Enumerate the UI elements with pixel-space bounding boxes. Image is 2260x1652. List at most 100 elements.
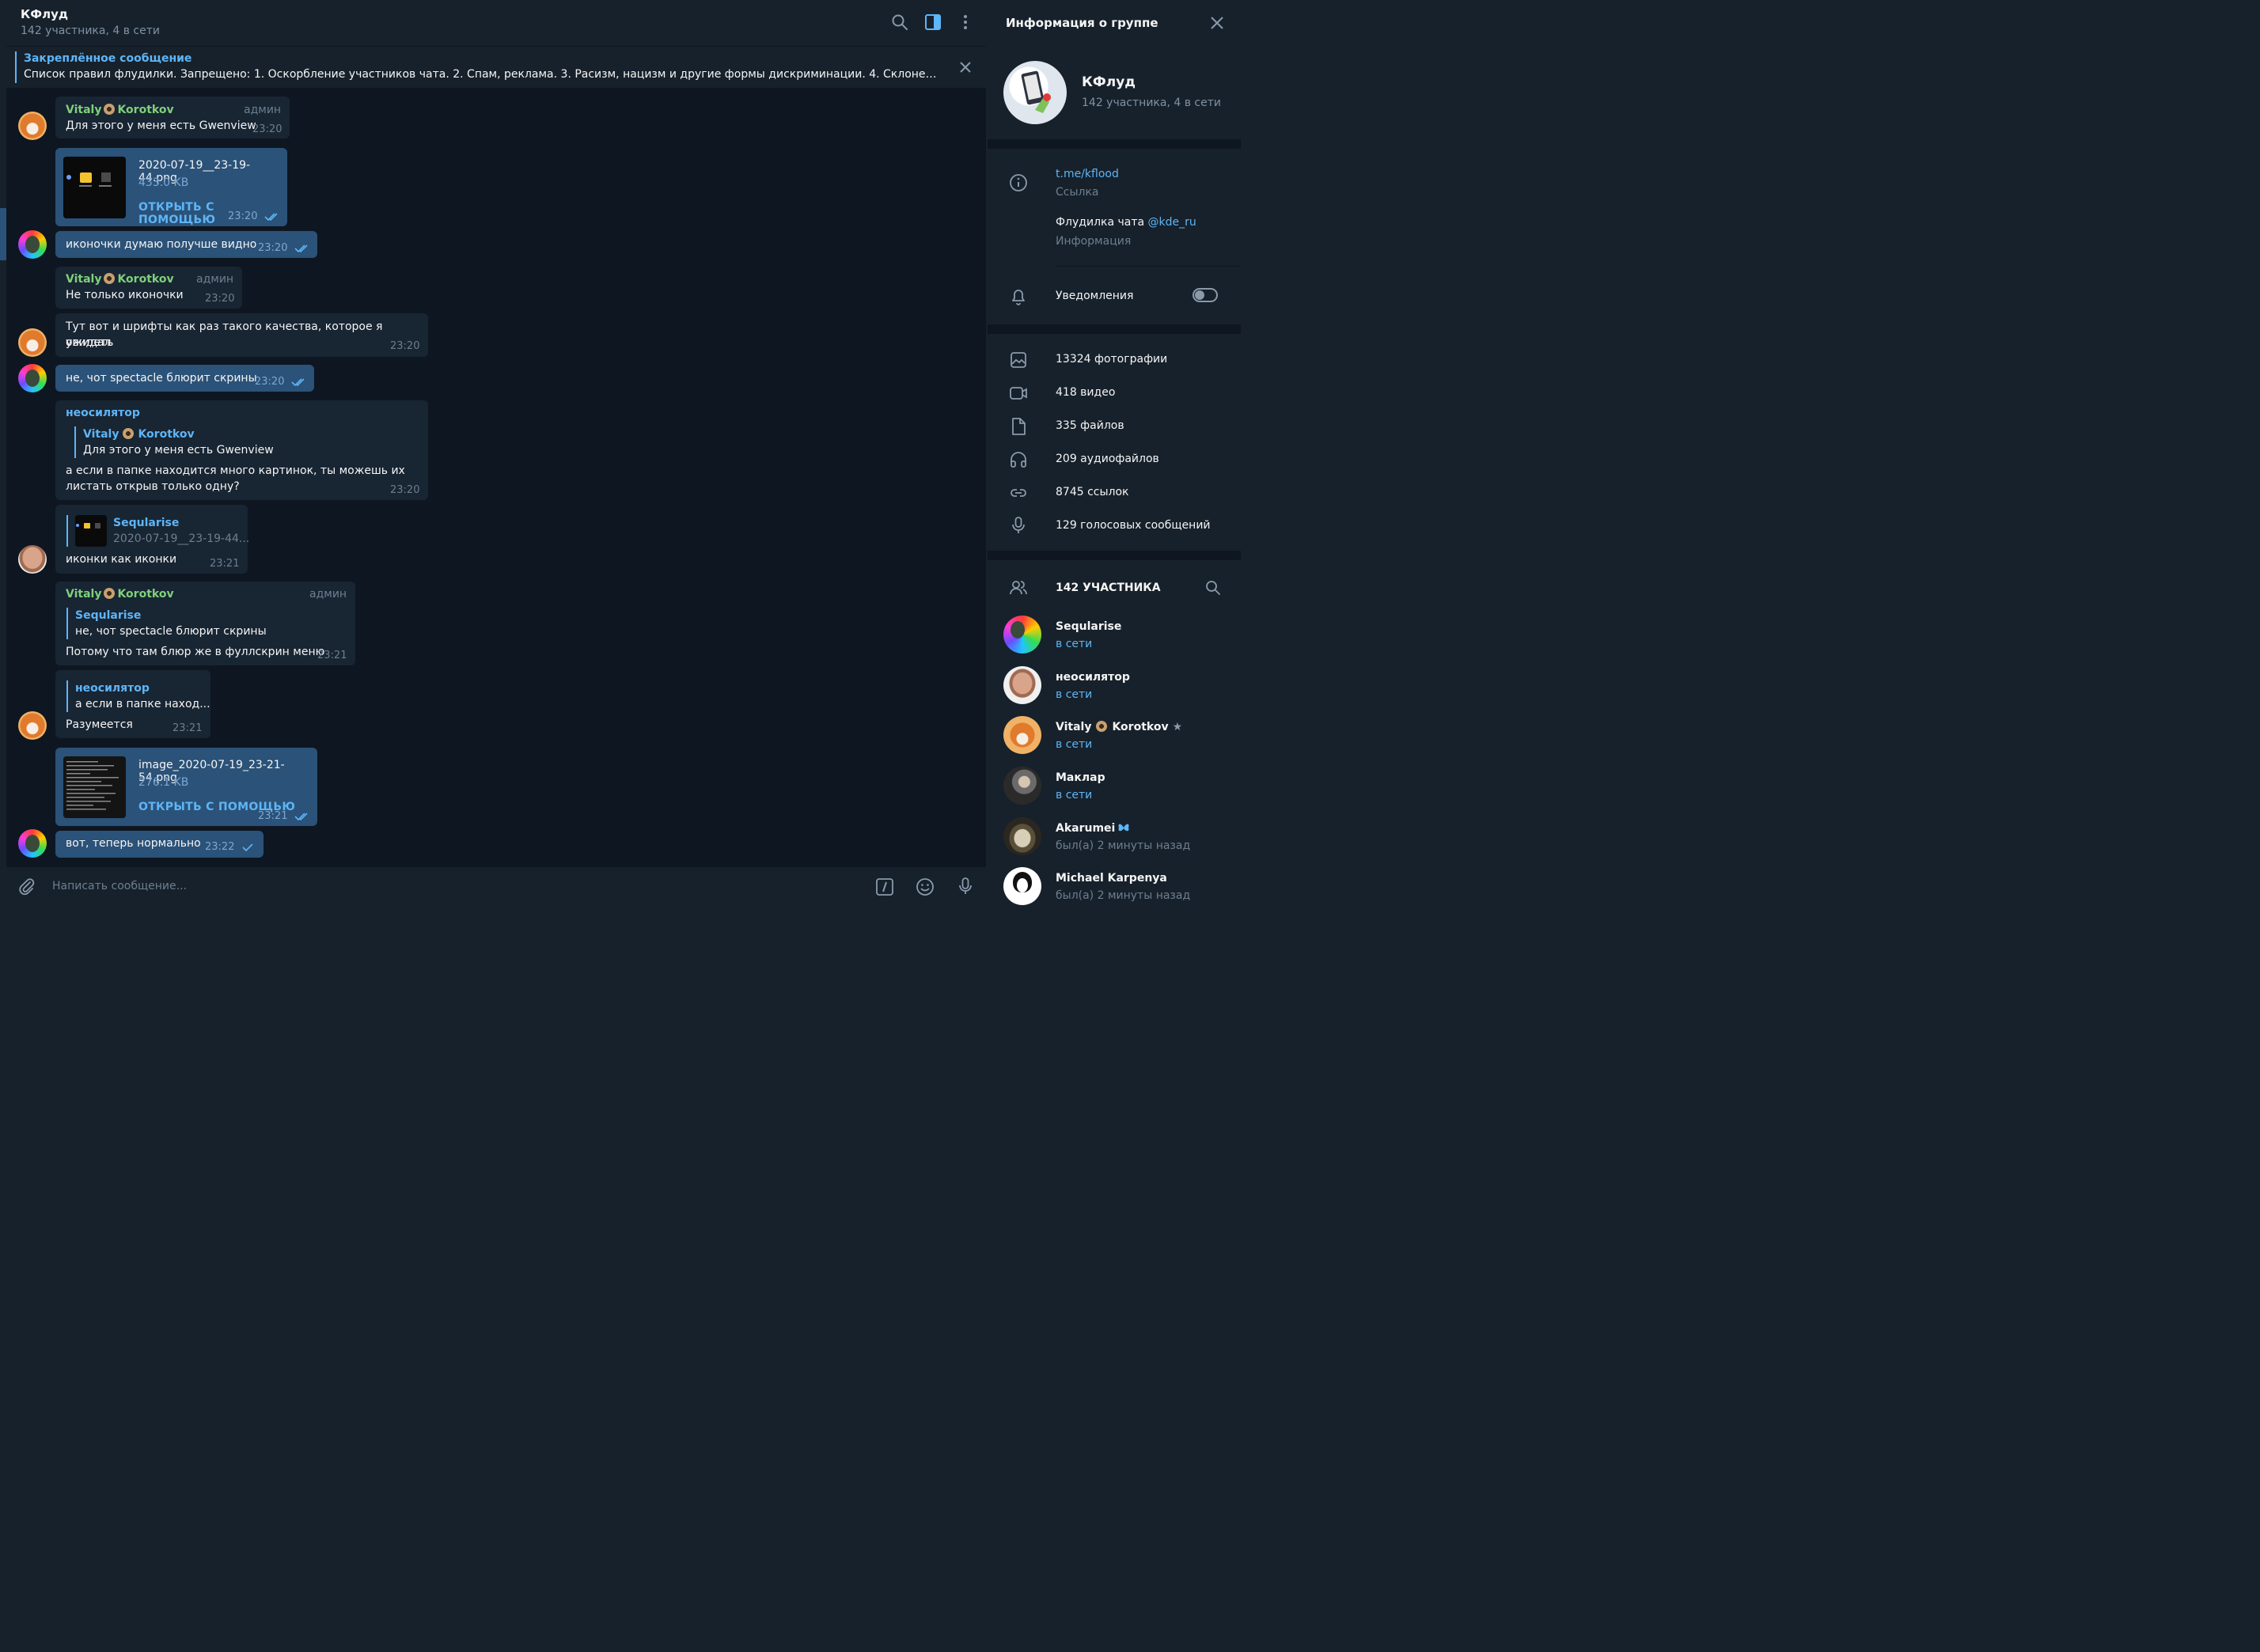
- close-icon[interactable]: [1209, 15, 1225, 31]
- member-status: в сети: [1056, 638, 1093, 650]
- close-icon[interactable]: [958, 60, 973, 74]
- reply-quote[interactable]: Vitaly Korotkov Для этого у меня есть Gwe…: [74, 426, 274, 458]
- avatar-vitaly[interactable]: [18, 328, 47, 357]
- member-name: Michael Karpenya: [1056, 872, 1167, 885]
- reply-message-bubble[interactable]: Seqularise 2020-07-19__23-19-44... иконк…: [55, 505, 249, 574]
- quote-thumbnail: [75, 515, 107, 547]
- quote-sender: Vitaly Korotkov: [83, 426, 274, 442]
- message-composer[interactable]: Написать сообщение...: [6, 867, 986, 907]
- file-thumbnail[interactable]: [63, 756, 126, 818]
- sender-last-name: Korotkov: [117, 588, 174, 601]
- member-avatar[interactable]: [1003, 767, 1041, 805]
- member-name: Seqularise: [1056, 620, 1122, 633]
- message-text: иконочки думаю получше видно: [66, 238, 257, 251]
- member-status: в сети: [1056, 789, 1093, 801]
- reply-message-bubble[interactable]: неосилятор а если в папке наход... Разум…: [55, 670, 210, 738]
- group-avatar[interactable]: [1003, 61, 1067, 124]
- member-avatar[interactable]: [1003, 666, 1041, 704]
- avatar-seqularise[interactable]: [18, 364, 47, 392]
- member-avatar[interactable]: [1003, 616, 1041, 654]
- active-chat-marker: [0, 208, 6, 260]
- group-subtitle: 142 участника, 4 в сети: [1082, 97, 1221, 109]
- file-message-bubble[interactable]: image_2020-07-19_23-21-54.png 276.1 KB О…: [55, 748, 317, 826]
- admin-badge: админ: [196, 273, 234, 286]
- member-first-name: Vitaly: [1056, 721, 1092, 733]
- reply-quote[interactable]: Seqularise 2020-07-19__23-19-44...: [66, 515, 249, 547]
- avatar-vitaly[interactable]: [18, 112, 47, 140]
- file-thumbnail[interactable]: [63, 157, 126, 218]
- double-check-icon: [294, 813, 308, 821]
- commands-icon[interactable]: [875, 877, 894, 896]
- member-avatar[interactable]: [1003, 716, 1041, 754]
- message-bubble[interactable]: Vitaly Korotkov админ Для этого у меня ес…: [55, 97, 290, 138]
- star-icon: ★: [1172, 721, 1183, 733]
- group-link[interactable]: t.me/kflood: [1056, 168, 1119, 180]
- message-time: 23:20: [205, 293, 235, 305]
- search-icon[interactable]: [890, 13, 909, 32]
- message-time: 23:21: [317, 650, 347, 661]
- info-icon: [1010, 174, 1027, 191]
- message-bubble[interactable]: вот, теперь нормально 23:22: [55, 831, 264, 858]
- avatar-seqularise[interactable]: [18, 829, 47, 858]
- message-bubble[interactable]: иконочки думаю получше видно 23:20: [55, 231, 317, 258]
- screenshot-thumbnail-image: [63, 157, 126, 218]
- sender-first-name: Vitaly: [66, 273, 102, 286]
- message-text: Не только иконочки: [66, 289, 184, 301]
- message-bubble[interactable]: Тут вот и шрифты как раз такого качества…: [55, 313, 428, 357]
- chat-header[interactable]: КФлуд 142 участника, 4 в сети: [6, 0, 986, 47]
- attach-icon[interactable]: [17, 877, 36, 896]
- message-time: 23:20: [390, 340, 420, 352]
- message-time: 23:20: [258, 242, 288, 254]
- message-input[interactable]: Написать сообщение...: [52, 880, 187, 892]
- file-message-bubble[interactable]: 2020-07-19__23-19-44.png 433.0 KB ОТКРЫТ…: [55, 148, 287, 226]
- emoji-icon[interactable]: [916, 877, 935, 896]
- videos-count: 418 видео: [1056, 386, 1116, 399]
- pinned-title: Закреплённое сообщение: [24, 52, 192, 65]
- message-time: 23:20: [252, 123, 282, 135]
- reply-quote[interactable]: неосилятор а если в папке наход...: [66, 680, 210, 712]
- pinned-message-bar[interactable]: Закреплённое сообщение Список правил флу…: [6, 47, 986, 89]
- reply-message-bubble[interactable]: Vitaly Korotkov админ Seqularise не, чот …: [55, 582, 355, 665]
- message-bubble[interactable]: не, чот spectacle блюрит скрины 23:20: [55, 365, 314, 392]
- message-time: 23:20: [390, 484, 420, 496]
- member-status: был(а) 2 минуты назад: [1056, 839, 1191, 852]
- sender-last-name: Korotkov: [117, 104, 174, 116]
- sender-name[interactable]: Vitaly Korotkov: [66, 104, 174, 116]
- search-icon[interactable]: [1204, 579, 1222, 597]
- files-count: 335 файлов: [1056, 419, 1124, 432]
- double-check-icon: [291, 378, 305, 387]
- sender-name[interactable]: Vitaly Korotkov: [66, 273, 174, 286]
- avatar-vitaly[interactable]: [18, 711, 47, 740]
- message-bubble[interactable]: Vitaly Korotkov админ Не только иконочки …: [55, 267, 242, 309]
- message-text: не, чот spectacle блюрит скрины: [66, 372, 257, 385]
- reply-quote[interactable]: Seqularise не, чот spectacle блюрит скри…: [66, 608, 267, 639]
- sidebar-toggle-icon[interactable]: [923, 13, 942, 32]
- avatar-seqularise[interactable]: [18, 230, 47, 259]
- member-avatar[interactable]: [1003, 817, 1041, 855]
- double-check-icon: [294, 244, 308, 253]
- quote-text: а если в папке наход...: [75, 698, 210, 710]
- member-last-name: Korotkov: [1112, 721, 1169, 733]
- members-header: 142 УЧАСТНИКА: [1056, 582, 1161, 594]
- microphone-icon: [1012, 517, 1025, 533]
- more-vertical-icon[interactable]: [956, 13, 975, 32]
- sender-first-name: Vitaly: [66, 588, 102, 601]
- sender-name[interactable]: Vitaly Korotkov: [66, 588, 174, 601]
- avatar-neosilyator[interactable]: [18, 545, 47, 574]
- chat-title[interactable]: КФлуд: [21, 7, 68, 21]
- notifications-label: Уведомления: [1056, 290, 1134, 302]
- microphone-icon[interactable]: [956, 877, 975, 896]
- admin-badge: админ: [244, 104, 282, 116]
- chat-subtitle: 142 участника, 4 в сети: [21, 25, 160, 37]
- double-check-icon: [264, 213, 278, 222]
- member-avatar[interactable]: [1003, 867, 1041, 905]
- quote-text: 2020-07-19__23-19-44...: [113, 532, 250, 545]
- link-icon: [1011, 489, 1026, 497]
- members-icon: [1010, 581, 1027, 595]
- reply-message-bubble[interactable]: неосилятор Vitaly Korotkov Для этого у ме…: [55, 400, 428, 500]
- sender-name[interactable]: неосилятор: [66, 407, 140, 419]
- file-icon: [1012, 418, 1026, 435]
- notifications-toggle[interactable]: [1193, 288, 1218, 302]
- group-info-link[interactable]: @kde_ru: [1148, 216, 1196, 229]
- quote-last-name: Korotkov: [138, 428, 195, 441]
